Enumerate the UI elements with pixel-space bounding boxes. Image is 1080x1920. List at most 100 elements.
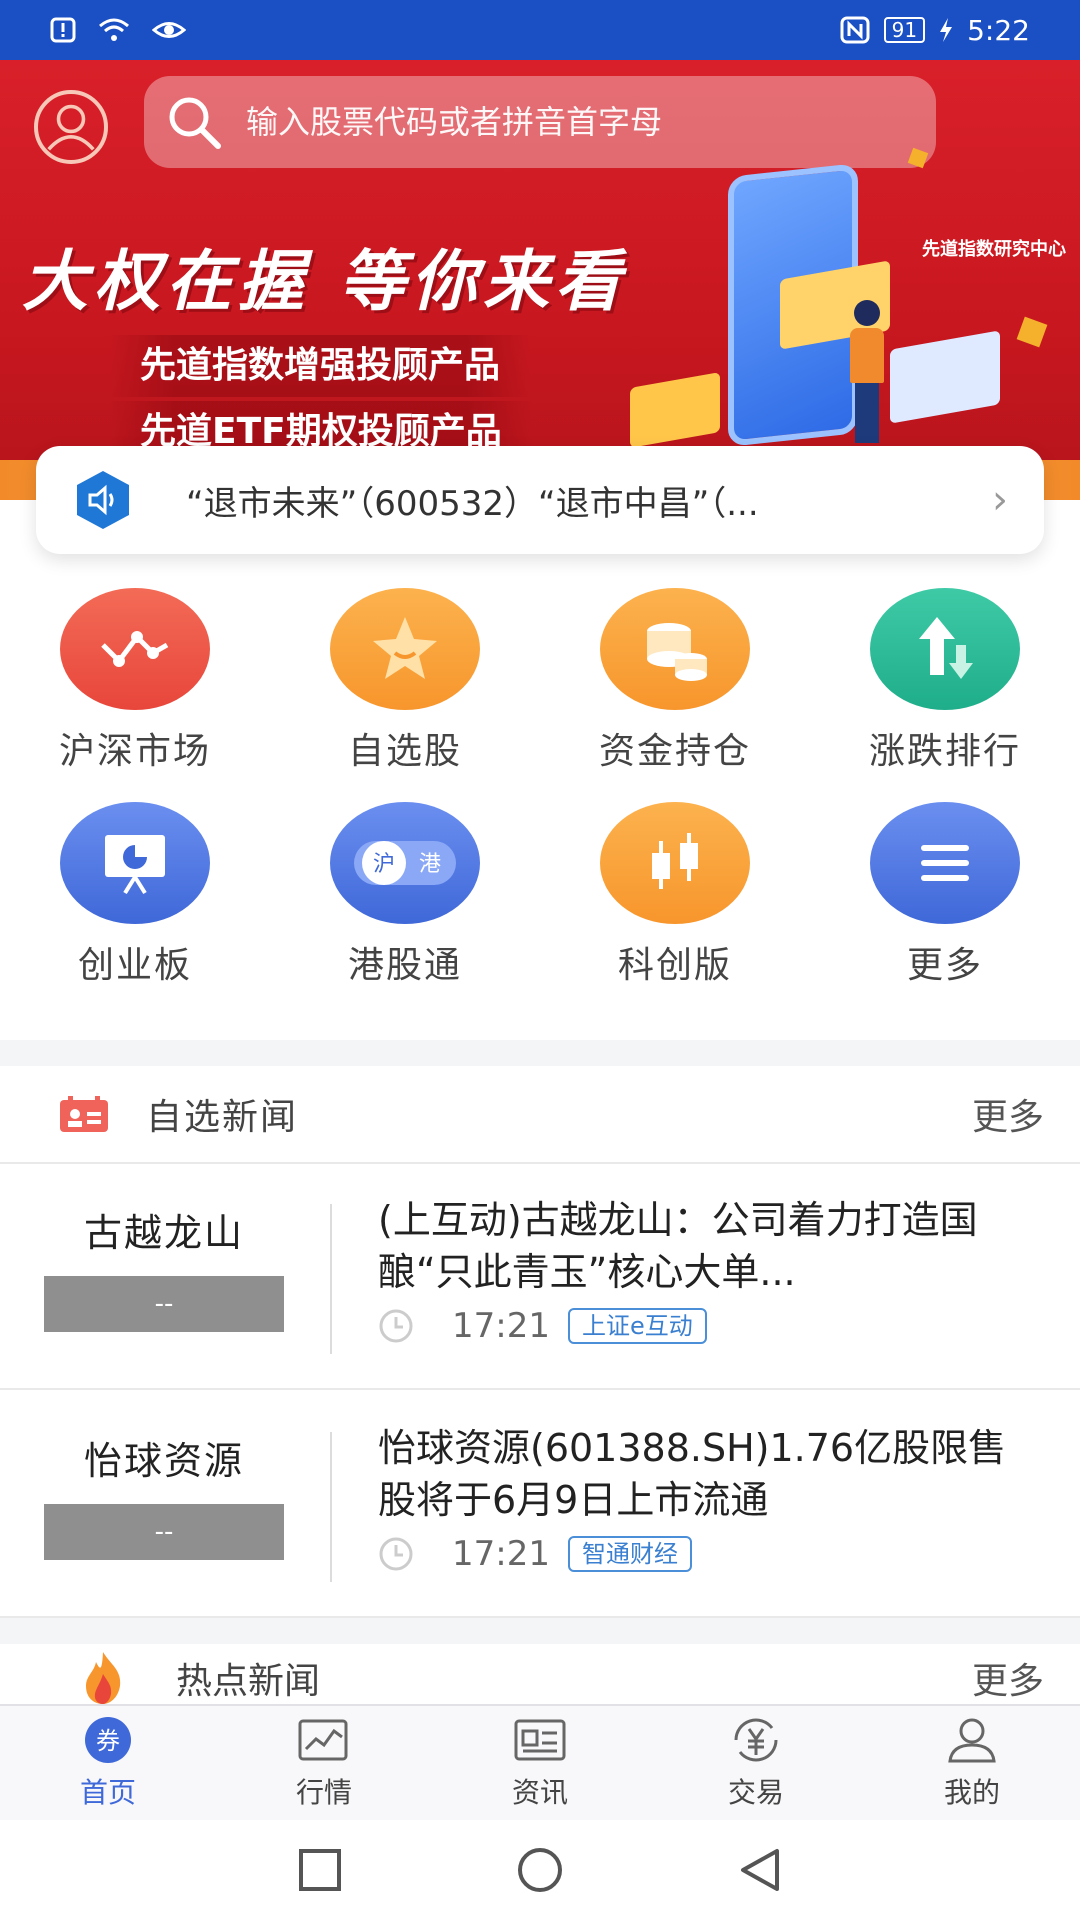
chart-icon xyxy=(298,1719,348,1761)
grid-label: 自选股 xyxy=(347,731,462,772)
alert-icon xyxy=(50,17,76,43)
grid-label: 涨跌排行 xyxy=(868,731,1021,772)
card-illustration xyxy=(630,372,720,448)
nfc-icon xyxy=(840,16,870,44)
hk-badge-right: 港 xyxy=(419,852,441,877)
grid-item-more[interactable]: 更多 xyxy=(810,802,1080,988)
grid-item-market[interactable]: 沪深市场 xyxy=(0,588,270,774)
clock-time: 5:22 xyxy=(967,13,1030,47)
calendar-icon xyxy=(60,1096,108,1132)
section-title: 热点新闻 xyxy=(176,1661,321,1702)
search-icon xyxy=(169,97,221,149)
divider xyxy=(330,1204,332,1354)
section-divider xyxy=(0,1618,1080,1644)
more-link[interactable]: 更多 xyxy=(972,1088,1044,1140)
user-icon xyxy=(47,104,95,151)
section-divider xyxy=(0,1040,1080,1066)
user-avatar-button[interactable] xyxy=(34,90,108,164)
news-row[interactable]: 古越龙山 -- (上互动)古越龙山：公司着力打造国酿“只此青玉”核心大单... … xyxy=(0,1164,1080,1390)
status-bar: 91 5:22 xyxy=(0,0,1080,60)
stock-name: 怡球资源 xyxy=(83,1439,244,1483)
back-triangle-icon[interactable] xyxy=(735,1845,785,1895)
wifi-icon xyxy=(99,18,129,41)
nav-label: 我的 xyxy=(943,1776,1000,1809)
banner-headline: 大权在握 等你来看 xyxy=(22,243,627,320)
grid-item-star-market[interactable]: 科创版 xyxy=(540,802,810,988)
star-icon xyxy=(330,588,480,710)
flame-icon xyxy=(86,1652,121,1704)
charging-icon xyxy=(940,18,953,42)
grid-label: 更多 xyxy=(906,945,983,986)
nav-market[interactable]: 行情 xyxy=(216,1706,432,1820)
news-meta: 17:21 智通财经 xyxy=(378,1534,692,1574)
news-time: 17:21 xyxy=(452,1306,550,1346)
stock-change-badge: -- xyxy=(44,1504,284,1560)
nav-trade[interactable]: 交易 xyxy=(648,1706,864,1820)
home-circle-icon[interactable] xyxy=(515,1845,565,1895)
stock-change-badge: -- xyxy=(44,1276,284,1332)
menu-icon xyxy=(870,802,1020,924)
user-icon xyxy=(948,1718,996,1763)
home-glyph: 券 xyxy=(96,1727,120,1755)
hk-badge-left: 沪 xyxy=(373,852,395,877)
recent-apps-icon[interactable] xyxy=(295,1845,345,1895)
divider xyxy=(330,1432,332,1582)
grid-item-fund-holdings[interactable]: 资金持仓 xyxy=(540,588,810,774)
nav-label: 交易 xyxy=(727,1776,784,1809)
grid-label: 创业板 xyxy=(77,945,192,986)
grid-label: 沪深市场 xyxy=(58,731,211,772)
nav-label: 资讯 xyxy=(511,1776,568,1809)
grid-item-hk-connect[interactable]: 沪港 港股通 xyxy=(270,802,540,988)
nav-news[interactable]: 资讯 xyxy=(432,1706,648,1820)
news-time: 17:21 xyxy=(452,1534,550,1574)
search-bar[interactable] xyxy=(144,76,936,168)
grid-item-chinext[interactable]: 创业板 xyxy=(0,802,270,988)
grid-label: 资金持仓 xyxy=(598,731,751,772)
banner-org-label: 先道指数研究中心 xyxy=(922,239,1066,260)
clock-icon xyxy=(379,1309,413,1343)
clock-icon xyxy=(379,1537,413,1571)
laptop-illustration xyxy=(890,330,1000,424)
news-source-tag: 上证e互动 xyxy=(567,1308,707,1344)
nav-label: 首页 xyxy=(79,1776,136,1809)
speaker-icon xyxy=(77,471,129,529)
up-down-arrows-icon xyxy=(870,588,1020,710)
hot-news-header: 热点新闻 更多 xyxy=(0,1644,1080,1704)
stock-name: 古越龙山 xyxy=(83,1211,244,1255)
newspaper-icon xyxy=(514,1719,566,1761)
battery-indicator: 91 xyxy=(883,17,926,43)
promo-banner[interactable]: 大权在握 等你来看 先道指数增强投顾产品 先道ETF期权投顾产品 先道指数研究中… xyxy=(0,60,1080,500)
news-headline: 怡球资源(601388.SH)1.76亿股限售股将于6月9日上市流通 xyxy=(378,1426,1007,1522)
candlestick-icon xyxy=(600,802,750,924)
news-row[interactable]: 怡球资源 -- 怡球资源(601388.SH)1.76亿股限售股将于6月9日上市… xyxy=(0,1392,1080,1618)
announcement-bar[interactable]: “退市未来”（600532）“退市中昌”（... › xyxy=(36,446,1044,554)
presentation-icon xyxy=(60,802,210,924)
section-title: 自选新闻 xyxy=(146,1097,299,1138)
news-meta: 17:21 上证e互动 xyxy=(378,1306,707,1346)
nav-home[interactable]: 券 首页 xyxy=(0,1706,216,1820)
feature-grid: 沪深市场 自选股 资金持仓 涨跌排行 创业板 沪 港 港股通 科创版 更多 xyxy=(0,588,1080,988)
home-screen: 91 5:22 大权在握 等你来看 先道指数增强投顾产品 先道ETF期权投顾产品… xyxy=(0,0,1080,1920)
nav-label: 行情 xyxy=(295,1776,352,1809)
nav-profile[interactable]: 我的 xyxy=(864,1706,1080,1820)
news-headline: (上互动)古越龙山：公司着力打造国酿“只此青玉”核心大单... xyxy=(378,1198,978,1294)
home-coupon-icon: 券 xyxy=(85,1717,131,1763)
hk-connect-icon: 沪港 xyxy=(330,802,480,924)
system-nav-bar xyxy=(0,1820,1080,1920)
news-source-tag: 智通财经 xyxy=(567,1536,692,1572)
bottom-nav: 券 首页 行情 资讯 交易 我的 xyxy=(0,1704,1080,1820)
yuan-exchange-icon xyxy=(734,1718,778,1762)
cube-decoration xyxy=(1016,316,1048,348)
banner-line-1: 先道指数增强投顾产品 xyxy=(110,335,531,397)
chevron-right-icon: › xyxy=(992,477,1008,523)
coins-icon xyxy=(600,588,750,710)
grid-label: 港股通 xyxy=(347,945,462,986)
announcement-text: “退市未来”（600532）“退市中昌”（... xyxy=(186,483,759,524)
watchlist-news-header: 自选新闻 更多 xyxy=(0,1066,1080,1164)
grid-item-watchlist[interactable]: 自选股 xyxy=(270,588,540,774)
more-link[interactable]: 更多 xyxy=(972,1652,1044,1704)
person-illustration xyxy=(850,300,884,450)
market-trend-icon xyxy=(60,588,210,710)
search-input[interactable] xyxy=(246,103,866,141)
grid-item-ranking[interactable]: 涨跌排行 xyxy=(810,588,1080,774)
